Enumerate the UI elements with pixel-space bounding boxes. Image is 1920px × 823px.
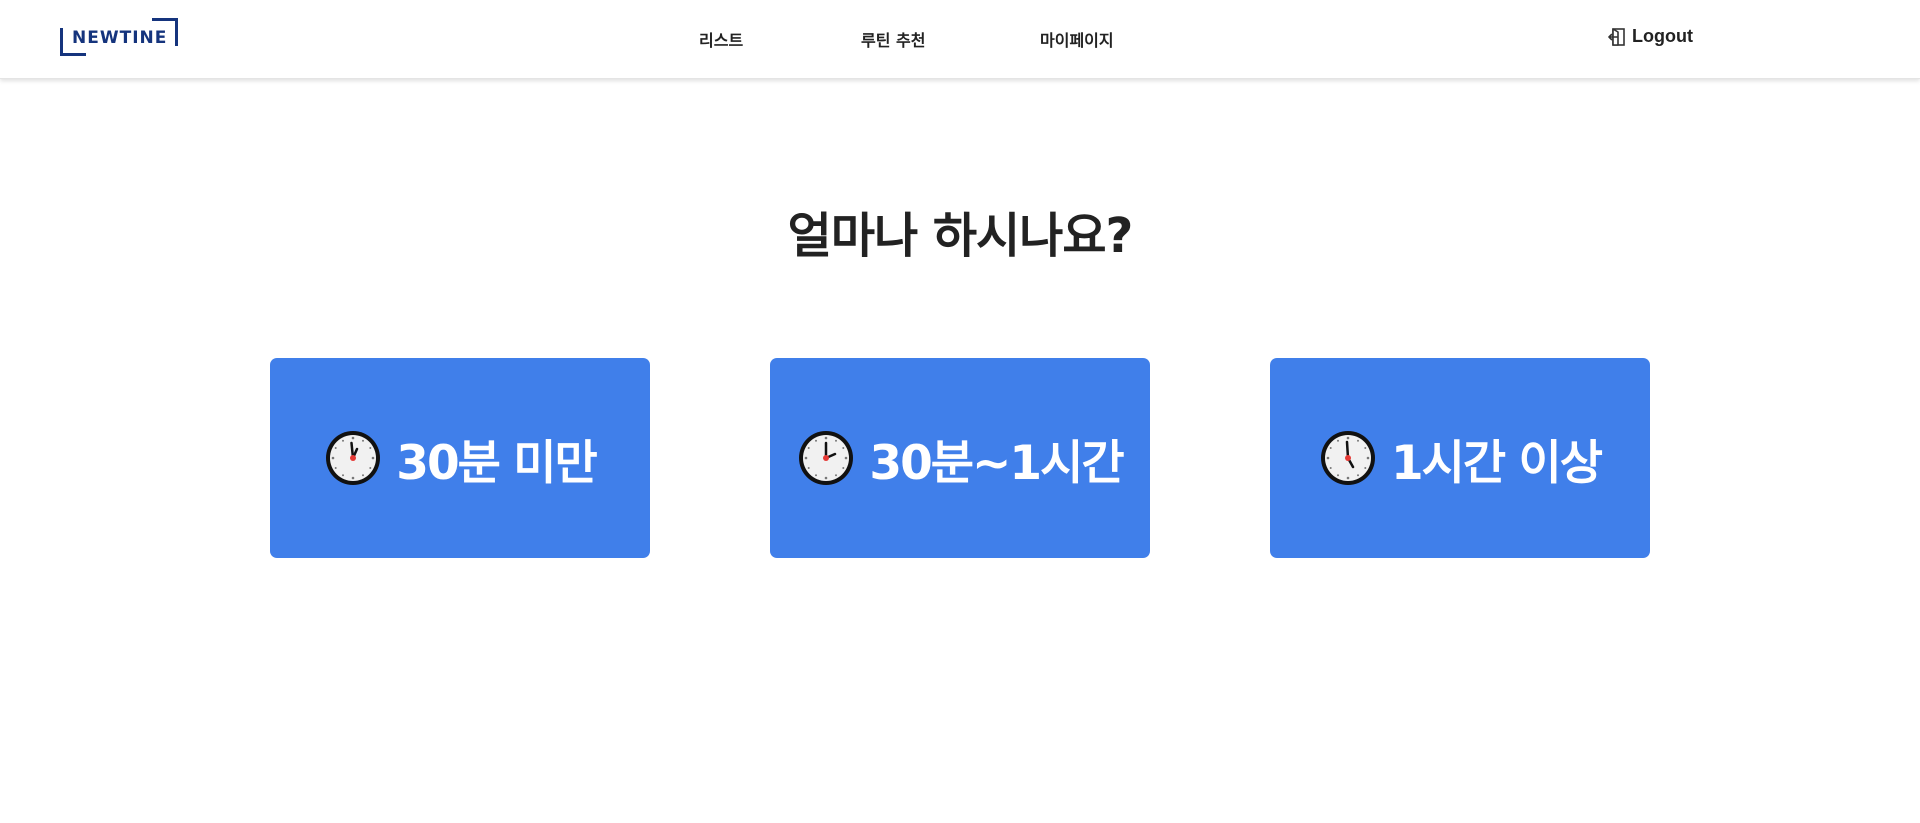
newtine-logo[interactable]: NEWTINE — [60, 18, 178, 58]
top-header: NEWTINE 리스트 루틴 추천 마이페이지 Logout — [0, 0, 1920, 79]
nav-list[interactable]: 리스트 — [699, 27, 743, 51]
option-under-30min-button[interactable]: 30분 미만 — [270, 358, 650, 558]
option-label: 30분 미만 — [396, 435, 597, 491]
clock-icon — [1320, 431, 1375, 485]
option-label: 30분~1시간 — [869, 435, 1124, 491]
clock-icon — [799, 431, 854, 485]
option-30min-to-1hour-button[interactable]: 30분~1시간 — [770, 358, 1150, 558]
logout-label: Logout — [1632, 26, 1693, 46]
clock-icon — [326, 431, 381, 485]
page-title: 얼마나 하시나요? — [787, 208, 1134, 264]
logo-text: NEWTINE — [72, 28, 168, 48]
nav-mypage[interactable]: 마이페이지 — [1040, 27, 1114, 51]
option-label: 1시간 이상 — [1390, 435, 1603, 491]
logout-door-icon — [1608, 27, 1628, 47]
option-over-1hour-button[interactable]: 1시간 이상 — [1270, 358, 1650, 558]
nav-routine-recommend[interactable]: 루틴 추천 — [861, 27, 925, 51]
logout-button[interactable]: Logout — [1608, 26, 1693, 47]
